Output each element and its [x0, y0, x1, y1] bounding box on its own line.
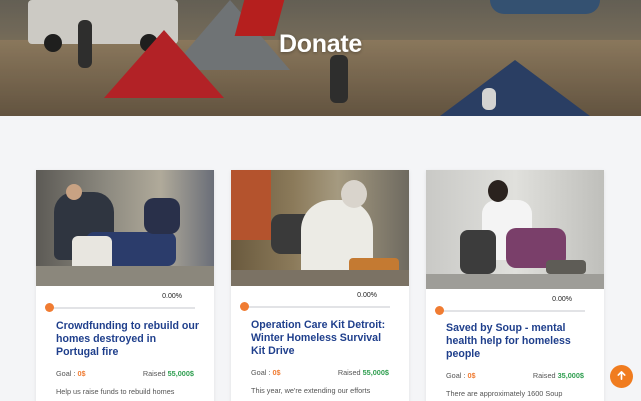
card-title[interactable]: Operation Care Kit Detroit: Winter Homel…	[251, 319, 396, 358]
goal-value: 0$	[77, 369, 86, 378]
goal-info: Goal : 0$	[446, 371, 476, 380]
card-image[interactable]	[426, 170, 604, 289]
progress-bar	[48, 307, 195, 309]
progress-bar	[438, 310, 585, 312]
page-title: Donate	[279, 30, 362, 58]
progress-knob	[240, 302, 249, 311]
progress-percent: 0.00%	[357, 292, 377, 299]
raised-info: Raised 35,000$	[533, 371, 584, 380]
card-description: This year, we're extending our efforts	[251, 386, 371, 395]
card-image[interactable]	[231, 170, 409, 286]
progress-percent: 0.00%	[162, 293, 182, 300]
progress-bar	[243, 306, 390, 308]
progress-percent: 0.00%	[552, 296, 572, 303]
card-description: There are approximately 1600 Soup	[446, 389, 563, 398]
raised-info: Raised 55,000$	[338, 368, 389, 377]
back-to-top-button[interactable]	[610, 365, 633, 388]
goal-label: Goal :	[251, 368, 273, 377]
arrow-up-icon	[616, 369, 627, 384]
raised-value: 35,000$	[557, 371, 584, 380]
goal-label: Goal :	[56, 369, 78, 378]
card-image[interactable]	[36, 170, 214, 286]
progress-knob	[435, 306, 444, 315]
donation-card[interactable]: 0.00% Saved by Soup - mental health help…	[426, 170, 604, 401]
goal-info: Goal : 0$	[56, 369, 86, 378]
goal-value: 0$	[467, 371, 476, 380]
card-description: Help us raise funds to rebuild homes	[56, 387, 175, 396]
raised-label: Raised	[142, 369, 168, 378]
raised-label: Raised	[337, 368, 363, 377]
goal-info: Goal : 0$	[251, 368, 281, 377]
card-title[interactable]: Crowdfunding to rebuild our homes destro…	[56, 320, 201, 359]
donation-card[interactable]: 0.00% Crowdfunding to rebuild our homes …	[36, 170, 214, 401]
raised-info: Raised 55,000$	[143, 369, 194, 378]
raised-label: Raised	[532, 371, 558, 380]
donation-card[interactable]: 0.00% Operation Care Kit Detroit: Winter…	[231, 170, 409, 401]
card-title[interactable]: Saved by Soup - mental health help for h…	[446, 322, 591, 361]
raised-value: 55,000$	[362, 368, 389, 377]
goal-label: Goal :	[446, 371, 468, 380]
progress-knob	[45, 303, 54, 312]
goal-value: 0$	[272, 368, 281, 377]
hero-banner: Donate	[0, 0, 641, 116]
raised-value: 55,000$	[167, 369, 194, 378]
